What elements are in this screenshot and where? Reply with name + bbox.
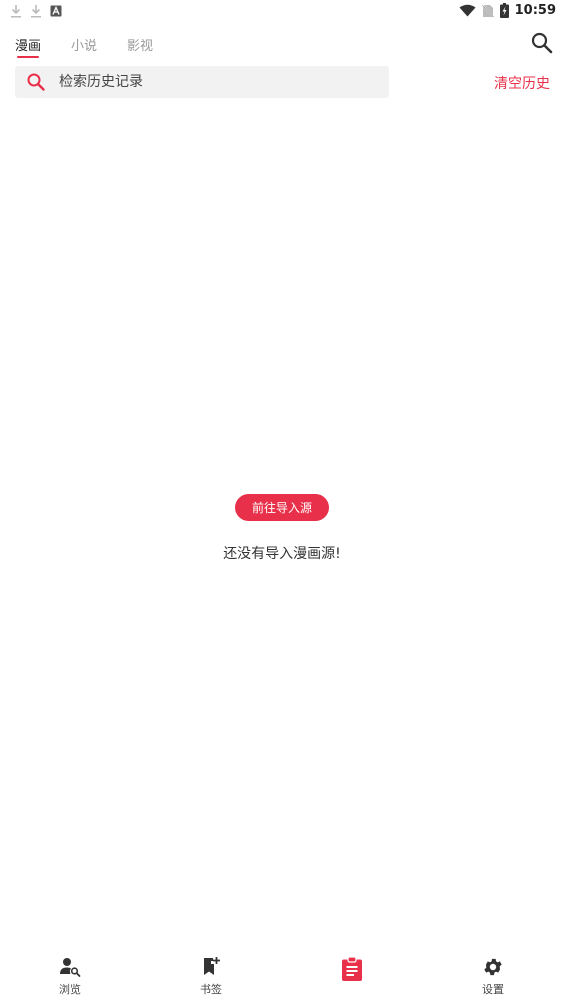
tab-video[interactable]: 影视: [127, 35, 153, 54]
nav-browse[interactable]: 浏览: [40, 956, 100, 997]
status-time: 10:59: [514, 3, 556, 18]
nav-label: 浏览: [59, 983, 81, 996]
person-search-icon: [60, 958, 81, 977]
history-search-input[interactable]: [59, 69, 379, 95]
wifi-icon: [459, 4, 476, 17]
download-icon: [11, 5, 21, 18]
tab-manga[interactable]: 漫画: [15, 35, 42, 58]
nav-label: 书签: [200, 983, 222, 996]
clipboard-list-icon: [342, 956, 362, 981]
tab-label: 影视: [127, 39, 154, 54]
category-tabs: 漫画 小说 影视: [0, 30, 564, 60]
search-icon: [531, 32, 553, 54]
tab-label: 小说: [71, 39, 98, 54]
nav-label: 设置: [482, 983, 504, 996]
status-system-icons: 10:59: [459, 3, 556, 18]
no-sim-icon: [481, 4, 494, 18]
search-button[interactable]: [530, 31, 554, 55]
gear-icon: [484, 958, 502, 976]
active-tab-indicator: [17, 56, 40, 58]
bottom-navigation: 浏览 书签 设置: [0, 948, 564, 1002]
clear-history-button[interactable]: 清空历史: [494, 73, 550, 93]
battery-charging-icon: [499, 3, 509, 18]
status-bar: 10:59: [0, 0, 564, 24]
download-icon: [31, 5, 41, 18]
tab-novel[interactable]: 小说: [71, 35, 97, 54]
tab-label: 漫画: [15, 39, 42, 54]
history-search-bar[interactable]: [15, 66, 389, 98]
bookmark-add-icon: [204, 957, 220, 975]
app-notification-icon: [50, 5, 62, 17]
status-notifications: [10, 4, 62, 18]
empty-state-message: 还没有导入漫画源!: [223, 546, 341, 562]
import-source-button[interactable]: 前往导入源: [235, 494, 329, 521]
nav-settings[interactable]: 设置: [463, 956, 523, 997]
nav-sources[interactable]: [322, 956, 382, 985]
nav-bookmarks[interactable]: 书签: [181, 956, 241, 997]
search-icon: [27, 73, 45, 91]
